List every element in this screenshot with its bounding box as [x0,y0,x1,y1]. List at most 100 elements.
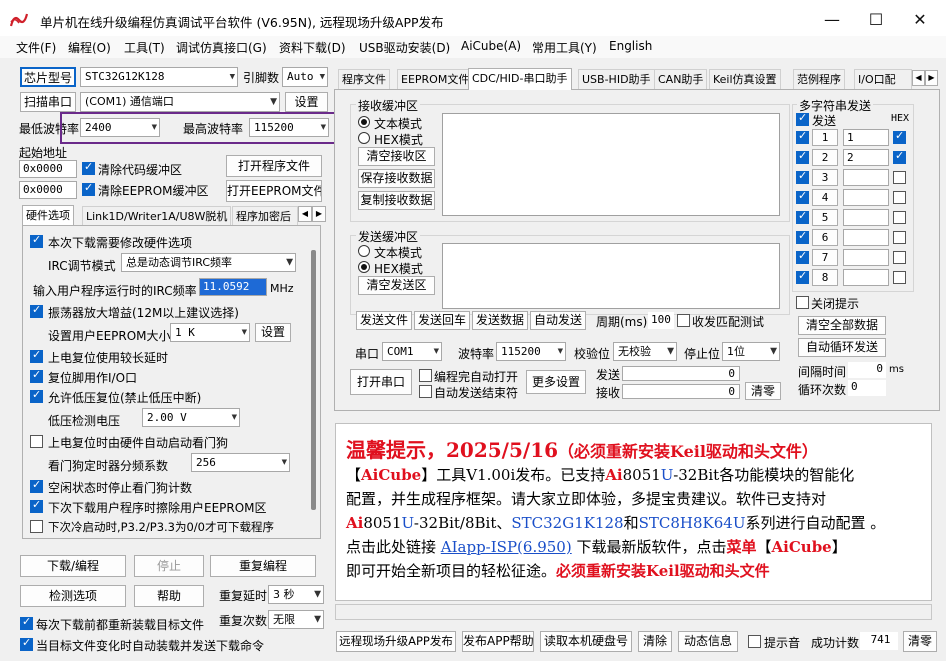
multi-row-input[interactable] [843,229,889,246]
modify-hw-options-checkbox[interactable] [30,233,43,248]
clear-eeprom-checkbox[interactable] [82,181,95,196]
info-horizontal-scrollbar[interactable] [335,604,932,620]
stop-button[interactable]: 停止 [134,555,204,577]
clear-info-button[interactable]: 清除 [638,631,672,652]
multi-row-send-checkbox[interactable] [796,269,809,284]
menu-tools[interactable]: 工具(T) [124,39,165,56]
right-tab-scroll-right-icon[interactable]: ▶ [925,70,938,86]
menu-debug-interface[interactable]: 调试仿真接口(G) [176,39,267,56]
multi-row-send-checkbox[interactable] [796,149,809,164]
multi-row-send-checkbox[interactable] [796,129,809,144]
read-disk-serial-button[interactable]: 读取本机硬盘号 [540,631,632,652]
reload-before-download-checkbox[interactable] [20,615,33,630]
receive-textarea[interactable] [442,113,780,216]
auto-end-checkbox[interactable] [419,385,432,398]
more-settings-button[interactable]: 更多设置 [526,370,586,394]
tab-offline[interactable]: Link1D/Writer1A/U8W脱机 [82,206,232,226]
multi-row-input[interactable] [843,269,889,286]
clear-code-checkbox[interactable] [82,160,95,175]
long-reset-delay-checkbox[interactable] [30,348,43,363]
send-hex-mode-radio[interactable] [358,261,370,273]
erase-eeprom-checkbox[interactable] [30,498,43,513]
chip-model-select[interactable]: STC32G12K128 ▼ [80,67,238,87]
tab-scroll-left-icon[interactable]: ◀ [298,206,312,222]
open-eeprom-file-button[interactable]: 打开EEPROM文件 [226,180,322,202]
send-cr-button[interactable]: 发送回车 [414,311,470,330]
osc-gain-checkbox[interactable] [30,303,43,318]
interval-input[interactable]: 0 [848,362,886,378]
irc-freq-input[interactable]: 11.0592 [199,278,267,296]
loop-count-input[interactable]: 0 [848,380,886,396]
close-icon[interactable]: ✕ [908,8,932,32]
tab-hardware-options[interactable]: 硬件选项 [22,205,74,225]
close-hint-checkbox[interactable] [796,296,809,309]
remote-upgrade-publish-button[interactable]: 远程现场升级APP发布 [336,631,456,652]
help-button[interactable]: 帮助 [134,585,204,607]
multi-row-hex-checkbox[interactable] [893,211,906,224]
auto-load-send-checkbox[interactable] [20,636,33,651]
menu-file[interactable]: 文件(F) [16,39,56,56]
minimize-icon[interactable]: — [820,8,844,32]
multi-row-send-button[interactable]: 8 [812,269,838,286]
scan-port-button[interactable]: 扫描串口 [20,92,76,112]
recv-text-mode-radio[interactable] [358,116,370,128]
clear-success-count-button[interactable]: 清零 [903,631,937,652]
tab-eeprom-file[interactable]: EEPROM文件 [397,69,474,89]
tab-keil-settings[interactable]: Keil仿真设置 [709,69,781,89]
repeat-program-button[interactable]: 重复编程 [210,555,316,577]
multi-send-all-checkbox[interactable] [796,111,809,126]
menu-english[interactable]: English [609,39,652,53]
publish-app-help-button[interactable]: 发布APP帮助 [462,631,534,652]
auto-loop-send-button[interactable]: 自动循环发送 [798,338,886,357]
multi-row-send-checkbox[interactable] [796,169,809,184]
open-port-button[interactable]: 打开串口 [350,369,412,395]
code-address-field[interactable]: 0x0000 [19,160,77,178]
multi-row-hex-checkbox[interactable] [893,191,906,204]
menu-usb-driver[interactable]: USB驱动安装(D) [359,39,450,56]
recv-hex-mode-radio[interactable] [358,132,370,144]
cold-start-pin-checkbox[interactable] [30,520,43,533]
lvd-reset-checkbox[interactable] [30,388,43,403]
right-tab-scroll-left-icon[interactable]: ◀ [912,70,925,86]
multi-row-send-button[interactable]: 4 [812,189,838,206]
tab-io-config[interactable]: I/O口配 [854,69,912,89]
eeprom-size-select[interactable]: 1 K ▼ [170,323,250,342]
copy-receive-button[interactable]: 复制接收数据 [358,191,435,210]
port-select[interactable]: COM1 ▼ [382,342,442,361]
multi-row-input[interactable]: 2 [843,149,889,166]
chip-model-button[interactable]: 芯片型号 [20,67,76,87]
multi-row-input[interactable] [843,169,889,186]
multi-row-send-button[interactable]: 6 [812,229,838,246]
irc-mode-select[interactable]: 总是动态调节IRC频率 ▼ [121,253,296,272]
multi-row-hex-checkbox[interactable] [893,149,906,164]
auto-open-checkbox[interactable] [419,369,432,382]
eeprom-address-field[interactable]: 0x0000 [19,181,77,199]
multi-row-hex-checkbox[interactable] [893,271,906,284]
dynamic-info-button[interactable]: 动态信息 [678,631,738,652]
auto-send-button[interactable]: 自动发送 [530,311,586,330]
multi-row-input[interactable] [843,249,889,266]
baud-select[interactable]: 115200 ▼ [496,342,566,361]
match-test-checkbox[interactable] [677,314,690,327]
serial-port-select[interactable]: (COM1) 通信端口 ▼ [80,92,280,112]
multi-row-hex-checkbox[interactable] [893,129,906,144]
send-file-button[interactable]: 发送文件 [356,311,412,330]
tab-scroll-right-icon[interactable]: ▶ [312,206,326,222]
multi-row-send-button[interactable]: 7 [812,249,838,266]
save-receive-button[interactable]: 保存接收数据 [358,169,435,188]
idle-stop-wdt-checkbox[interactable] [30,478,43,493]
tab-example-programs[interactable]: 范例程序 [793,69,845,89]
multi-row-send-checkbox[interactable] [796,209,809,224]
open-program-file-button[interactable]: 打开程序文件 [226,155,322,177]
send-textarea[interactable] [442,243,780,309]
multi-row-send-checkbox[interactable] [796,189,809,204]
repeat-count-select[interactable]: 无限 ▼ [268,610,324,629]
tab-usb-hid-assistant[interactable]: USB-HID助手 [578,69,655,89]
tab-encryption[interactable]: 程序加密后 [232,206,298,226]
multi-row-send-button[interactable]: 1 [812,129,838,146]
menu-aicube[interactable]: AiCube(A) [461,39,521,53]
multi-row-send-checkbox[interactable] [796,229,809,244]
eeprom-size-settings-button[interactable]: 设置 [255,323,291,342]
clear-all-data-button[interactable]: 清空全部数据 [798,316,886,335]
wdt-prescaler-select[interactable]: 256 ▼ [191,453,290,472]
